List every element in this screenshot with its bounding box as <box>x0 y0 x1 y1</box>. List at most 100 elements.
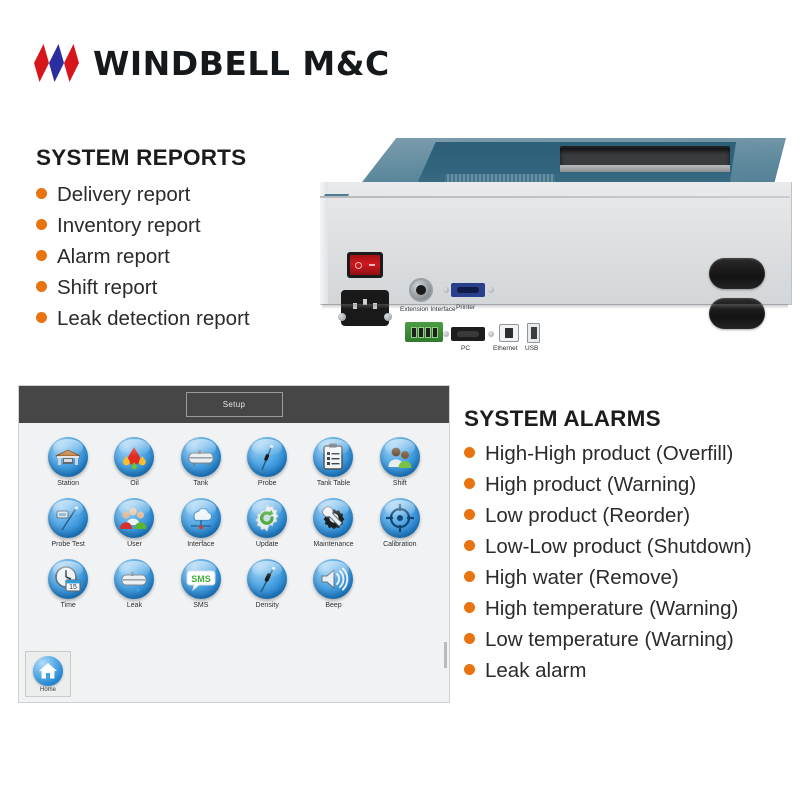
console-icon-grid: Station Oil Tank Probe Tank Table Shift … <box>19 423 449 609</box>
setup-item-shift[interactable]: Shift <box>367 437 433 487</box>
list-item-label: Low-Low product (Shutdown) <box>485 535 752 558</box>
setup-item-user[interactable]: User <box>101 498 167 548</box>
page-root: WINDBELL M&C SYSTEM REPORTS Delivery rep… <box>0 0 800 800</box>
setup-item-update[interactable]: Update <box>234 498 300 548</box>
setup-item-beep[interactable]: Beep <box>300 559 366 609</box>
bullet-icon <box>36 281 47 292</box>
list-item-label: Inventory report <box>57 214 201 237</box>
home-button[interactable]: Home <box>25 651 71 697</box>
pc-port <box>451 327 485 341</box>
setup-item-tank[interactable]: Tank <box>168 437 234 487</box>
bullet-icon <box>464 664 475 675</box>
probe-icon[interactable] <box>247 437 288 477</box>
setup-item-label: Interface <box>187 541 215 548</box>
brand-logo: WINDBELL M&C <box>34 44 390 82</box>
terminal-block-port <box>405 322 443 342</box>
clipboard-icon[interactable] <box>313 437 354 477</box>
usb-port <box>527 323 540 343</box>
setup-item-oil[interactable]: Oil <box>101 437 167 487</box>
device-left-edge <box>320 182 328 304</box>
setup-item-density[interactable]: Density <box>234 559 300 609</box>
list-item: Leak detection report <box>36 304 250 333</box>
list-item-label: High product (Warning) <box>485 473 697 496</box>
device-vent <box>445 174 555 182</box>
list-item-label: Shift report <box>57 276 158 299</box>
bullet-icon <box>464 509 475 520</box>
system-alarms-block: SYSTEM ALARMS High-High product (Overfil… <box>464 406 752 685</box>
setup-item-time[interactable]: 15 Time <box>35 559 101 609</box>
setup-item-label: Probe <box>257 480 277 487</box>
list-item: Low temperature (Warning) <box>464 625 752 654</box>
power-switch[interactable] <box>347 252 383 278</box>
printer-port <box>451 283 485 297</box>
setup-grid-empty <box>367 559 433 609</box>
console-setup-screen: Setup Station Oil Tank Probe Tank Table … <box>18 385 450 703</box>
list-item-label: Delivery report <box>57 183 191 206</box>
clock-calendar-icon[interactable]: 15 <box>48 559 89 599</box>
bullet-icon <box>36 219 47 230</box>
density-probe-icon[interactable] <box>247 559 288 599</box>
setup-item-sms[interactable]: SMS SMS <box>168 559 234 609</box>
setup-item-maintenance[interactable]: Maintenance <box>300 498 366 548</box>
bullet-icon <box>464 540 475 551</box>
list-item: Inventory report <box>36 211 250 240</box>
list-item: Delivery report <box>36 180 250 209</box>
sms-bubble-icon[interactable]: SMS <box>180 559 221 599</box>
setup-item-label: Beep <box>325 602 342 609</box>
home-icon[interactable] <box>33 655 63 686</box>
setup-item-label: User <box>127 541 142 548</box>
station-icon[interactable] <box>48 437 89 477</box>
list-item: Low product (Reorder) <box>464 501 752 530</box>
setup-item-tank-table[interactable]: Tank Table <box>300 437 366 487</box>
list-item: High water (Remove) <box>464 563 752 592</box>
setup-item-leak[interactable]: Leak <box>101 559 167 609</box>
svg-text:SMS: SMS <box>191 574 211 584</box>
bullet-icon <box>36 312 47 323</box>
gear-wrench-icon[interactable] <box>313 498 354 538</box>
setup-item-interface[interactable]: Interface <box>168 498 234 548</box>
cloud-network-icon[interactable] <box>180 498 221 538</box>
list-item: Shift report <box>36 273 250 302</box>
setup-item-label: Station <box>57 480 80 487</box>
setup-item-probe[interactable]: Probe <box>234 437 300 487</box>
port-label-usb: USB <box>525 345 539 352</box>
list-item: High temperature (Warning) <box>464 594 752 623</box>
cable-gland-cover-bottom <box>709 298 765 329</box>
setup-item-calibration[interactable]: Calibration <box>367 498 433 548</box>
console-header: Setup <box>19 386 449 423</box>
list-item-label: Low product (Reorder) <box>485 504 691 527</box>
setup-item-label: Oil <box>130 480 139 487</box>
setup-item-station[interactable]: Station <box>35 437 101 487</box>
oil-drop-icon[interactable] <box>114 437 155 477</box>
tank-icon[interactable] <box>180 437 221 477</box>
list-item: Leak alarm <box>464 656 752 685</box>
setup-item-label: Update <box>255 541 279 548</box>
port-label-ethernet: Ethernet <box>493 345 518 352</box>
list-item: High-High product (Overfill) <box>464 439 752 468</box>
bullet-icon <box>464 478 475 489</box>
logo-wordmark: WINDBELL M&C <box>93 43 390 83</box>
list-item-label: Leak detection report <box>57 307 250 330</box>
setup-item-label: Probe Test <box>51 541 85 548</box>
extension-interface-port <box>409 278 433 302</box>
crosshair-icon[interactable] <box>379 498 420 538</box>
leak-tank-icon[interactable] <box>114 559 155 599</box>
console-scrollbar[interactable] <box>444 642 447 668</box>
system-reports-block: SYSTEM REPORTS Delivery report Inventory… <box>36 145 250 333</box>
update-gear-icon[interactable] <box>247 498 288 538</box>
users-shift-icon[interactable] <box>379 437 420 477</box>
svg-text:15: 15 <box>69 584 77 591</box>
home-button-label: Home <box>39 686 56 693</box>
bullet-icon <box>36 188 47 199</box>
list-item: Alarm report <box>36 242 250 271</box>
list-item-label: High water (Remove) <box>485 566 679 589</box>
logo-diamonds-icon <box>34 44 82 82</box>
list-item: High product (Warning) <box>464 470 752 499</box>
users-icon[interactable] <box>114 498 155 538</box>
speaker-icon[interactable] <box>313 559 354 599</box>
setup-item-probe-test[interactable]: Probe Test <box>35 498 101 548</box>
system-reports-title: SYSTEM REPORTS <box>36 145 247 170</box>
device-slot-lip <box>560 165 730 172</box>
probe-test-icon[interactable] <box>48 498 89 538</box>
device-shadow <box>322 304 788 309</box>
